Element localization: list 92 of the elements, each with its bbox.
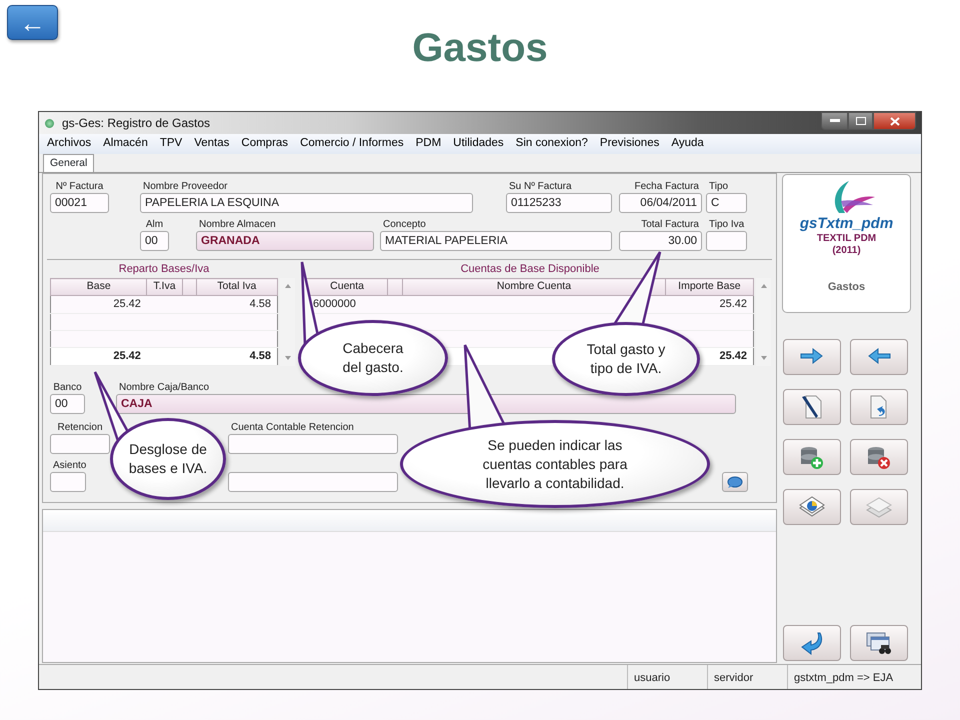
table-cell: 25.42 [50, 296, 147, 313]
input-field[interactable] [706, 231, 747, 251]
field-label: Nombre Proveedor [142, 180, 228, 193]
callout-text: Se pueden indicar las cuentas contables para llevarlo a contabilidad. [482, 436, 628, 492]
column-header[interactable]: Base [50, 278, 147, 296]
column-header[interactable]: T.Iva [146, 278, 182, 296]
minimize-icon [830, 119, 840, 123]
column-header[interactable]: Nombre Cuenta [402, 278, 666, 296]
maximize-icon [856, 117, 866, 125]
field-label: Tipo Iva [708, 218, 746, 231]
module-name: Gastos [828, 280, 866, 295]
brand-name: gsTxtm_pdm [800, 215, 894, 233]
field-label: Retencion [56, 421, 104, 434]
input-field[interactable]: 00 [50, 394, 85, 414]
input-field[interactable] [228, 472, 398, 492]
database-x-icon [865, 444, 893, 470]
field-label: Asiento [52, 459, 86, 472]
window-title: gs-Ges: Registro de Gastos [62, 115, 210, 132]
table-cell: 4.58 [196, 296, 278, 313]
status-text: servidor [707, 665, 787, 689]
app-icon [45, 118, 54, 128]
input-field[interactable] [50, 434, 110, 454]
menu-item[interactable]: Almacén [103, 135, 148, 153]
return-button[interactable] [783, 625, 841, 661]
field-label: Total Factura [640, 218, 700, 231]
menu-item[interactable]: Sin conexion? [516, 135, 588, 153]
input-field[interactable]: 30.00 [619, 231, 702, 251]
delete-record-button[interactable] [850, 439, 908, 475]
menu-item[interactable]: Comercio / Informes [300, 135, 404, 153]
input-field[interactable] [228, 434, 398, 454]
table-cell: 4.58 [196, 347, 278, 365]
close-button[interactable] [873, 112, 916, 130]
field-label: Nombre Almacen [198, 218, 277, 231]
speech-bubble-icon [727, 476, 743, 488]
maximize-button[interactable] [848, 112, 873, 130]
column-header[interactable]: Cuenta [306, 278, 388, 296]
company-year: (2011) [832, 245, 861, 257]
menu-item[interactable]: Utilidades [453, 135, 504, 153]
field-label: Alm [144, 218, 164, 231]
tab[interactable]: General [43, 154, 94, 172]
back-button[interactable]: ← [7, 5, 58, 40]
status-text: gstxtm_pdm => EJA [787, 665, 921, 689]
menu-item[interactable]: Ayuda [671, 135, 704, 153]
field-label: Nombre Caja/Banco [118, 381, 210, 394]
input-field[interactable]: 06/04/2011 [619, 193, 702, 213]
input-field[interactable]: 01125233 [506, 193, 612, 213]
menu-item[interactable]: PDM [416, 135, 442, 153]
minimize-button[interactable] [821, 112, 848, 130]
comment-button[interactable] [722, 472, 748, 492]
input-field[interactable]: C [706, 193, 747, 213]
callout-text: Total gasto y tipo de IVA. [586, 340, 666, 378]
table-title: Cuentas de Base Disponible [460, 263, 600, 275]
add-record-button[interactable] [783, 439, 841, 475]
previous-button[interactable] [850, 339, 908, 375]
edit-button[interactable] [783, 389, 841, 425]
field-label: Su Nº Factura [508, 180, 573, 193]
input-field[interactable] [50, 472, 86, 492]
table-cell: 25.42 [50, 347, 147, 365]
next-button[interactable] [783, 339, 841, 375]
report-button[interactable] [783, 489, 841, 525]
slide-title: Gastos [411, 25, 549, 72]
input-field[interactable]: 00021 [50, 193, 109, 213]
input-field[interactable]: 00 [140, 231, 169, 251]
table-title: Reparto Bases/Iva [118, 263, 210, 275]
database-plus-icon [798, 444, 826, 470]
field-label: Cuenta Contable Retencion [230, 421, 355, 434]
column-header[interactable]: Total Iva [196, 278, 278, 296]
menu-item[interactable]: Archivos [47, 135, 92, 153]
input-field[interactable]: MATERIAL PAPELERIA [380, 231, 612, 251]
windows-binoculars-icon [865, 630, 893, 656]
callout-text: Desglose de bases e IVA. [128, 440, 208, 478]
field-label: Nº Factura [54, 180, 104, 193]
copy-button[interactable] [850, 489, 908, 525]
company-name: TEXTIL PDM [816, 233, 876, 245]
input-field[interactable]: CAJA [116, 394, 736, 414]
column-header[interactable]: Importe Base [665, 278, 754, 296]
table-cell: 25.42 [665, 296, 754, 313]
field-label: Banco [52, 381, 83, 394]
menu-item[interactable]: Compras [241, 135, 288, 153]
menu-item[interactable]: Previsiones [600, 135, 660, 153]
callout-text: Cabecera del gasto. [342, 339, 404, 377]
field-label: Tipo [708, 180, 730, 193]
input-field[interactable]: PAPELERIA LA ESQUINA [140, 193, 473, 213]
field-label: Fecha Factura [634, 180, 700, 193]
menu-item[interactable]: Ventas [194, 135, 230, 153]
menu-item[interactable]: TPV [160, 135, 182, 153]
field-label: Concepto [382, 218, 427, 231]
close-icon [890, 116, 900, 126]
document-undo-button[interactable] [850, 389, 908, 425]
input-field[interactable]: GRANADA [196, 231, 374, 251]
search-window-button[interactable] [850, 625, 908, 661]
status-text: usuario [627, 665, 707, 689]
